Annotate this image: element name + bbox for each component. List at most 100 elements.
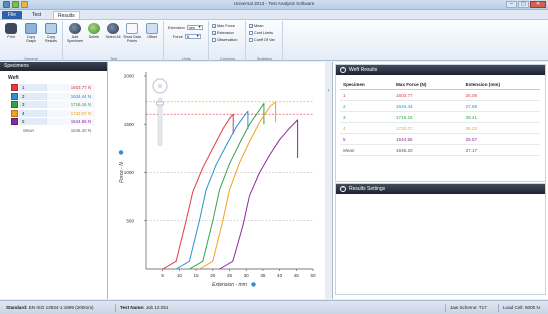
results-settings-header[interactable]: ⌃ Results Settings [336, 184, 545, 194]
specimen-color-swatch [11, 84, 18, 91]
specimen-item[interactable]: 1 1603.77 N [11, 84, 95, 91]
specimen-mean-label: Mean [23, 127, 34, 133]
status-test-name-value: Job 12.051 [145, 305, 169, 310]
maximize-button[interactable]: ▢ [518, 1, 529, 8]
col-max-force: Max Force (N) [392, 80, 463, 90]
tab-file[interactable]: File [2, 11, 22, 19]
checkbox-unchecked[interactable] [249, 31, 253, 35]
close-button[interactable]: ✕ [530, 1, 546, 8]
force-extension-chart[interactable]: 500 1000 1500 2000 5 10 15 20 25 30 35 40 45 50 Extens… [108, 62, 325, 299]
window-title: Universal 2013 - Test Analysis Software [233, 1, 315, 6]
extension-unit-select[interactable]: mm [186, 25, 203, 30]
column-extension[interactable]: ✓ Extension [212, 31, 234, 36]
chart-area: 500 1000 1500 2000 5 10 15 20 25 30 35 40 45 50 Extens… [108, 62, 325, 299]
copy-results-button[interactable]: Copy Results [42, 23, 60, 43]
table-row[interactable]: 4 1732.07 28.23 [340, 122, 540, 134]
copy-graph-label: Copy Graph [26, 35, 36, 43]
offset-button[interactable]: Offset [143, 23, 161, 39]
status-load-label: Load Cell: [503, 305, 524, 310]
copy-graph-button[interactable]: Copy Graph [22, 23, 40, 43]
copy-graph-icon [25, 23, 37, 34]
axis-settings-icon[interactable] [118, 150, 124, 155]
offset-label: Offset [147, 35, 157, 39]
column-max-force[interactable]: ✓ Max Force [212, 24, 235, 29]
print-label: Print [7, 35, 15, 39]
y-axis-label: Force - N [119, 162, 125, 183]
checkbox-unchecked[interactable] [212, 38, 216, 42]
checkbox-checked[interactable]: ✓ [212, 31, 216, 36]
specimen-group-label: Weft [8, 75, 19, 81]
select-all-label: Select All [105, 35, 121, 39]
table-row[interactable]: 3 1716.16 28.41 [340, 111, 540, 123]
show-data-points-button[interactable]: Show Data Points [123, 23, 141, 43]
x-tick-label: 35 [260, 273, 266, 278]
results-mean-extension: 27.17 [462, 144, 540, 156]
tab-results[interactable]: Results [53, 11, 80, 19]
table-row[interactable]: 2 1634.44 27.58 [340, 100, 540, 112]
ribbon-group-label: Units [182, 57, 191, 61]
checkbox-checked[interactable]: ✓ [249, 24, 253, 29]
ribbon-group-label: Statistics [256, 57, 273, 61]
collapse-arrow-icon[interactable]: ‹ [326, 87, 331, 95]
specimen-item[interactable]: 2 1634.44 N [11, 92, 95, 100]
force-unit-row: Force N [173, 34, 201, 39]
x-tick-label: 10 [177, 273, 183, 278]
force-unit-select[interactable]: N [184, 34, 201, 39]
specimen-list: 1 1603.77 N 2 1634.44 N 3 1716.16 N 4 1732.07 N… [0, 84, 107, 125]
x-tick-label: 15 [194, 273, 200, 278]
y-tick-label: 2000 [124, 74, 135, 79]
pan-center-icon[interactable] [158, 84, 162, 88]
copy-results-icon [45, 23, 57, 34]
ribbon-group-columns: ✓ Max Force ✓ Extension Observation Colu… [210, 21, 246, 61]
results-extension-cell: 28.23 [462, 122, 540, 134]
specimen-item[interactable]: 5 1544.55 N [11, 118, 95, 125]
tab-test[interactable]: Test [28, 11, 45, 19]
collapse-circle-icon[interactable]: ⌃ [340, 186, 346, 192]
results-extension-cell: 25.57 [462, 133, 540, 145]
x-tick-label: 25 [227, 273, 233, 278]
x-tick-label: 30 [244, 273, 250, 278]
collapse-circle-icon[interactable]: ⌃ [340, 67, 346, 73]
add-specimen-button[interactable]: Add Specimen [66, 23, 84, 43]
results-specimen-cell: 5 [340, 133, 393, 145]
weft-results-header[interactable]: ⌃ Weft Results [336, 65, 545, 75]
specimen-item[interactable]: 4 1732.07 N [11, 109, 95, 117]
status-standard: Standard: EN ISO 13934-1:1999 (200mm) [6, 301, 94, 314]
offset-icon [146, 23, 158, 34]
series-line-1[interactable] [162, 113, 234, 270]
checkbox-checked[interactable]: ✓ [212, 24, 216, 29]
extension-unit-label: Extension [168, 25, 185, 30]
weft-results-title: Weft Results [349, 67, 378, 73]
stat-mean[interactable]: ✓ Mean [249, 24, 264, 29]
print-button[interactable]: Print [2, 23, 20, 39]
results-table-body: 1 1603.77 26.06 2 1634.44 27.58 3 1716.16 28.41 4… [340, 89, 540, 156]
status-divider [115, 304, 116, 312]
table-row[interactable]: 1 1603.77 26.06 [340, 89, 540, 101]
ribbon-group-label: General [24, 57, 38, 61]
series-line-5[interactable] [219, 119, 299, 270]
table-row[interactable]: 5 1544.55 25.57 [340, 133, 540, 145]
specimen-item[interactable]: 3 1716.16 N [11, 101, 95, 108]
ribbon-group-label: Test [110, 57, 117, 61]
select-all-button[interactable]: Select All [104, 23, 122, 39]
title-bar: Universal 2013 - Test Analysis Software … [0, 0, 548, 10]
column-extension-label: Extension [217, 31, 234, 35]
series-line-3[interactable] [189, 102, 265, 270]
stat-conf-limits[interactable]: Conf Limits [249, 31, 273, 35]
x-tick-label: 20 [210, 273, 216, 278]
results-table: Specimen Max Force (N) Extension (mm) 11… [340, 80, 540, 156]
delete-button[interactable]: Delete [85, 23, 103, 39]
specimen-color-swatch [11, 109, 18, 117]
add-specimen-label: Add Specimen [67, 35, 83, 43]
col-specimen: Specimen [340, 80, 393, 90]
zoom-slider-thumb[interactable] [156, 101, 164, 106]
window-controls: – ▢ ✕ [506, 1, 546, 8]
stat-coeff-var[interactable]: Coeff Of Var [249, 38, 275, 42]
column-observation[interactable]: Observation [212, 38, 237, 42]
axis-settings-icon[interactable] [251, 282, 256, 287]
checkbox-unchecked[interactable] [249, 38, 253, 42]
specimen-mean-value: 1646.20 N [70, 127, 91, 133]
status-divider [445, 304, 446, 312]
minimize-button[interactable]: – [506, 1, 517, 8]
weft-results-block: ⌃ Weft Results Specimen Max Force (N) Ex… [335, 64, 546, 182]
